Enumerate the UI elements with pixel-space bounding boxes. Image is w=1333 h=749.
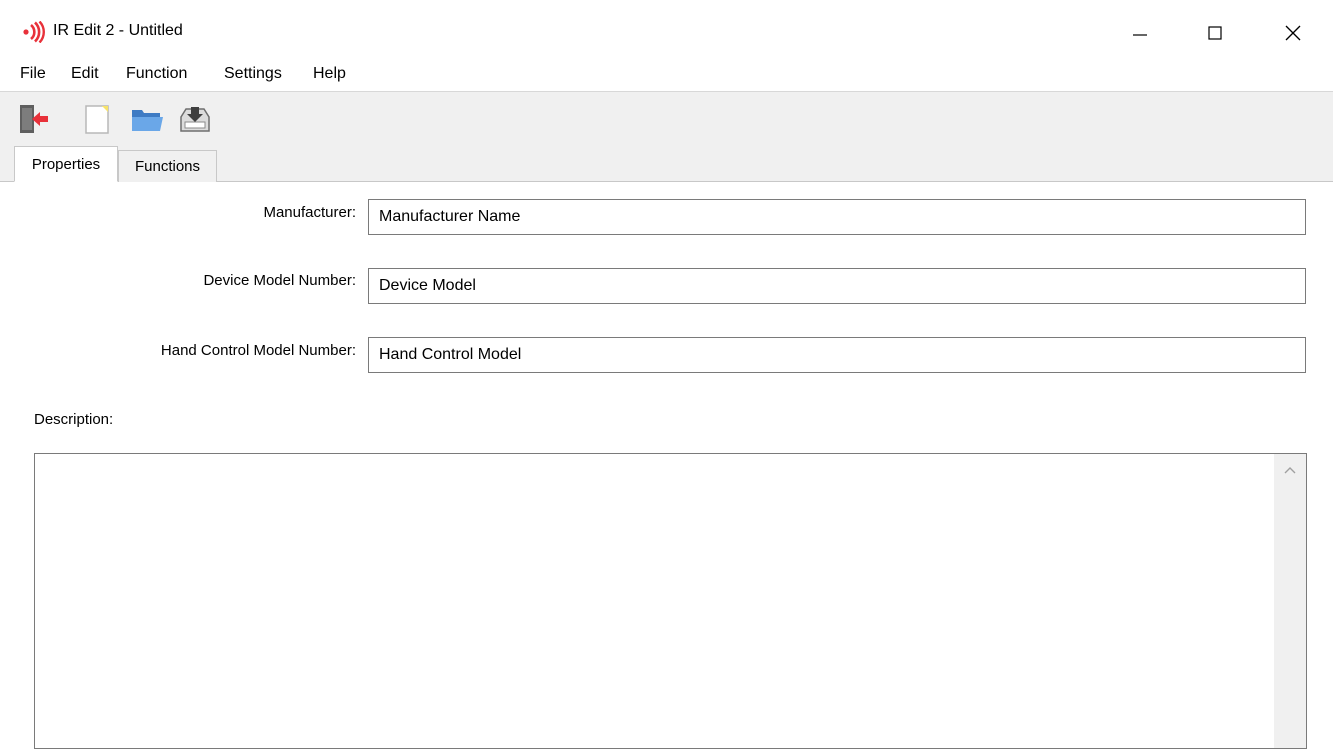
description-label: Description: <box>34 411 114 428</box>
minimize-button[interactable] <box>1115 12 1165 54</box>
ir-signal-icon <box>22 20 46 44</box>
menu-bar: File Edit Function Settings Help <box>0 62 1333 90</box>
menu-file[interactable]: File <box>20 65 46 83</box>
menu-edit[interactable]: Edit <box>71 65 99 83</box>
description-box <box>34 453 1307 749</box>
save-icon[interactable] <box>178 103 210 135</box>
title-bar: IR Edit 2 - Untitled <box>0 0 1333 62</box>
description-field[interactable] <box>35 454 1275 748</box>
menu-function[interactable]: Function <box>126 65 187 83</box>
open-folder-icon[interactable] <box>130 103 163 135</box>
close-icon <box>1285 25 1301 41</box>
device-model-field[interactable] <box>368 268 1306 304</box>
device-model-label: Device Model Number: <box>203 272 356 289</box>
maximize-icon <box>1208 26 1222 40</box>
manufacturer-label: Manufacturer: <box>263 204 356 221</box>
description-scrollbar[interactable] <box>1274 454 1306 748</box>
close-button[interactable] <box>1268 12 1318 54</box>
tab-properties[interactable]: Properties <box>14 146 118 182</box>
maximize-button[interactable] <box>1190 12 1240 54</box>
new-file-icon[interactable] <box>82 103 114 135</box>
hand-control-model-label: Hand Control Model Number: <box>160 342 356 359</box>
window-title: IR Edit 2 - Untitled <box>53 22 183 39</box>
menu-settings[interactable]: Settings <box>224 65 282 83</box>
menu-help[interactable]: Help <box>313 65 346 83</box>
minimize-icon <box>1133 34 1147 36</box>
hand-control-model-field[interactable] <box>368 337 1306 373</box>
scroll-up-icon[interactable] <box>1274 458 1306 482</box>
tab-functions[interactable]: Functions <box>118 150 217 182</box>
exit-icon[interactable] <box>18 103 50 135</box>
manufacturer-field[interactable] <box>368 199 1306 235</box>
